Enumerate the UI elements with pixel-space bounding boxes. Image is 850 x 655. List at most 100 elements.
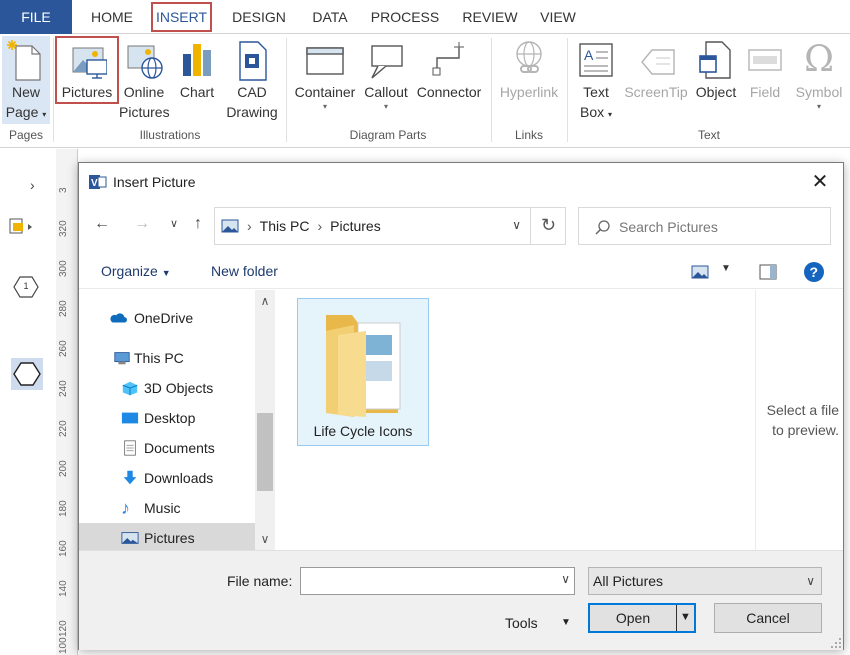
cad-drawing-label: CAD (237, 84, 267, 100)
object-label: Object (695, 84, 737, 100)
expand-chevron-icon[interactable]: › (30, 177, 35, 193)
preview-pane: Select a file to preview. (755, 290, 845, 550)
open-options-dropdown-icon[interactable]: ▼ (680, 611, 691, 623)
ruler-tick: 240 (58, 380, 69, 397)
online-pictures-button[interactable]: Online Pictures (119, 34, 170, 124)
folder-item[interactable]: Life Cycle Icons (297, 298, 429, 446)
tree-item-this-pc[interactable]: This PC (79, 343, 255, 373)
hexagon-shape-icon[interactable] (13, 361, 41, 387)
tab-data[interactable]: DATA (303, 0, 357, 34)
organize-button[interactable]: Organize ▼ (101, 263, 171, 279)
shapes-pane: › 1 (0, 149, 56, 655)
tree-scrollbar[interactable]: ∧ ∨ (255, 290, 275, 550)
search-input[interactable] (619, 216, 819, 238)
screentip-icon (641, 49, 675, 75)
chart-button[interactable]: Chart (173, 34, 221, 104)
object-icon (699, 41, 731, 79)
downloads-icon (123, 470, 137, 485)
scroll-thumb[interactable] (257, 413, 273, 491)
address-path: › This PC › Pictures (247, 218, 381, 234)
preview-pane-icon[interactable] (759, 264, 777, 280)
scroll-up-icon[interactable]: ∧ (255, 292, 275, 310)
group-label-text: Text (697, 128, 720, 142)
new-folder-button[interactable]: New folder (211, 263, 278, 279)
view-dropdown-icon[interactable]: ▼ (721, 263, 731, 274)
tree-item-music[interactable]: ♪ Music (79, 493, 255, 523)
search-icon (595, 220, 610, 235)
scroll-down-icon[interactable]: ∨ (255, 530, 275, 548)
tree-item-documents[interactable]: Documents (79, 433, 255, 463)
tree-item-downloads[interactable]: Downloads (79, 463, 255, 493)
text-box-icon: A (579, 43, 613, 77)
cancel-button[interactable]: Cancel (714, 603, 822, 633)
tree-item-desktop[interactable]: Desktop (79, 403, 255, 433)
forward-arrow-icon[interactable]: → (131, 213, 153, 235)
text-box-button[interactable]: A Text Box ▾ (572, 34, 620, 124)
tab-home[interactable]: HOME (80, 0, 144, 34)
tree-item-onedrive[interactable]: OneDrive (79, 303, 255, 333)
address-dropdown-icon[interactable]: ∨ (512, 218, 521, 232)
connector-icon (432, 42, 464, 76)
file-type-value: All Pictures (593, 573, 664, 589)
callout-button[interactable]: Callout ▾ (360, 34, 412, 124)
container-icon (306, 47, 344, 75)
tab-review[interactable]: REVIEW (454, 0, 526, 34)
tab-process[interactable]: PROCESS (364, 0, 446, 34)
screentip-button[interactable]: ScreenTip (620, 34, 692, 104)
navigation-tree: OneDrive This PC 3D Objects Desktop Docu… (79, 290, 275, 553)
file-type-select[interactable]: All Pictures ∨ (588, 567, 822, 595)
group-label-links: Links (514, 128, 543, 142)
pictures-folder-icon (221, 219, 239, 233)
tools-menu-button[interactable]: Tools ▼ (505, 609, 577, 637)
hyperlink-button[interactable]: Hyperlink (494, 34, 564, 104)
open-button[interactable]: Open ▼ (588, 603, 696, 633)
chart-icon (183, 44, 211, 76)
recent-locations-chevron-icon[interactable]: ∨ (163, 213, 185, 235)
tools-label: Tools (505, 615, 538, 631)
folder-name: Life Cycle Icons (313, 423, 413, 439)
svg-text:A: A (584, 47, 594, 63)
shapes-menu-icon[interactable] (8, 215, 36, 237)
help-icon[interactable]: ? (803, 261, 825, 283)
tab-insert[interactable]: INSERT (151, 2, 212, 32)
tree-item-label: This PC (134, 350, 184, 366)
breadcrumb-pictures[interactable]: Pictures (330, 218, 381, 234)
ruler-tick: 260 (58, 340, 69, 357)
symbol-button[interactable]: Ω Symbol ▾ (790, 34, 848, 124)
ruler-tick: 100 (58, 637, 69, 654)
resize-grip-icon[interactable] (831, 638, 841, 648)
chevron-down-icon[interactable]: ∨ (561, 572, 570, 586)
desktop-icon (121, 412, 139, 424)
pictures-button[interactable]: Pictures (57, 34, 117, 104)
tree-item-label: Documents (144, 440, 215, 456)
new-page-label: New (11, 84, 40, 100)
object-button[interactable]: Object (692, 34, 740, 104)
container-label: Container (294, 84, 356, 100)
new-page-button[interactable]: New Page ▾ (2, 34, 50, 124)
chevron-down-icon: ▼ (161, 268, 171, 278)
refresh-button[interactable]: ↻ (530, 207, 566, 245)
field-label: Field (749, 84, 781, 100)
cad-drawing-button[interactable]: CAD Drawing (224, 34, 280, 124)
cad-drawing-label-2: Drawing (226, 104, 278, 120)
file-name-input[interactable] (305, 571, 545, 591)
tree-item-pictures[interactable]: Pictures (79, 523, 255, 553)
group-label-illustrations: Illustrations (139, 128, 201, 142)
container-button[interactable]: Container ▾ (290, 34, 360, 124)
view-options-icon[interactable] (691, 265, 709, 279)
address-bar[interactable]: › This PC › Pictures ∨ (214, 207, 566, 245)
svg-text:?: ? (810, 264, 819, 280)
tree-item-3d-objects[interactable]: 3D Objects (79, 373, 255, 403)
ruler-tick: 300 (58, 260, 69, 277)
breadcrumb-this-pc[interactable]: This PC (260, 218, 310, 234)
tab-file[interactable]: FILE (0, 0, 72, 34)
symbol-label: Symbol (795, 84, 843, 100)
tab-design[interactable]: DESIGN (222, 0, 296, 34)
breadcrumb-chevron-icon: › (247, 218, 252, 234)
back-arrow-icon[interactable]: ← (91, 213, 113, 235)
close-button[interactable]: ✕ (807, 169, 833, 195)
field-button[interactable]: Field (742, 34, 788, 104)
up-arrow-icon[interactable]: ↑ (187, 213, 209, 235)
connector-button[interactable]: Connector (412, 34, 486, 124)
tab-view[interactable]: VIEW (532, 0, 584, 34)
